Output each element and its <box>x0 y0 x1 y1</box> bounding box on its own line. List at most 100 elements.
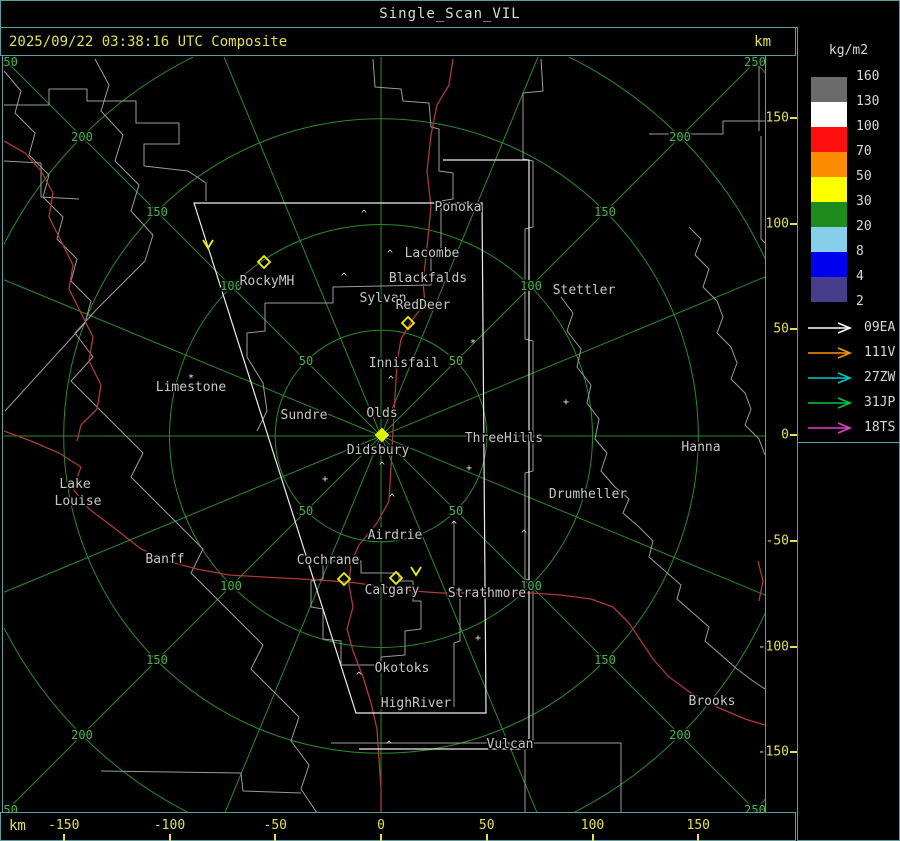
x-axis-tick-label: 0 <box>377 818 385 833</box>
radar-arrow-icon <box>808 347 853 359</box>
svg-text:50: 50 <box>299 504 313 518</box>
svg-text:*: * <box>470 338 476 349</box>
y-axis-tick <box>790 434 797 436</box>
svg-text:^: ^ <box>361 209 367 220</box>
y-axis-tick <box>790 645 797 648</box>
right-axis-unit-label: km <box>754 34 771 50</box>
y-axis-tick <box>790 328 797 331</box>
svg-text:+: + <box>563 397 569 408</box>
svg-text:250: 250 <box>3 56 18 69</box>
y-axis-tick-label: 100 <box>765 216 789 231</box>
city-label: RockyMH <box>240 274 295 289</box>
x-axis-tick <box>485 834 488 841</box>
legend-value-label: 8 <box>856 243 864 259</box>
y-axis-tick-label: -100 <box>757 639 789 654</box>
city-label: Didsbury <box>347 443 410 458</box>
legend-color-swatch <box>811 102 847 127</box>
radar-id-label: 09EA <box>864 319 896 335</box>
svg-text:200: 200 <box>669 130 691 144</box>
page-title: Single_Scan_VIL <box>379 6 521 22</box>
radar-arrow-icon <box>808 372 853 384</box>
x-axis-tick-label: -50 <box>263 818 287 833</box>
x-axis-tick <box>62 834 65 841</box>
city-label: Stettler <box>553 283 616 298</box>
y-axis-tick-label: -50 <box>765 533 789 549</box>
svg-text:^: ^ <box>451 520 457 531</box>
city-label: Ponoka <box>435 200 482 215</box>
city-label: Olds <box>366 406 397 421</box>
x-axis-tick-label: 50 <box>478 818 495 833</box>
legend-color-swatch <box>811 202 847 227</box>
city-label: ThreeHills <box>465 431 543 446</box>
svg-text:50: 50 <box>449 354 463 368</box>
city-label: Cochrane <box>297 553 360 568</box>
city-label: Hanna <box>681 440 720 455</box>
svg-text:100: 100 <box>220 579 242 593</box>
svg-text:200: 200 <box>71 130 93 144</box>
x-axis-tick-label: -150 <box>48 818 80 833</box>
header-bar: 2025/09/22 03:38:16 UTC Composite km <box>0 27 796 56</box>
y-axis-tick <box>790 116 797 119</box>
x-axis-tick <box>697 834 700 841</box>
svg-text:+: + <box>466 463 472 474</box>
legend-value-label: 100 <box>856 118 880 134</box>
legend-value-label: 2 <box>856 293 864 309</box>
city-label: Banff <box>145 552 184 567</box>
city-label: Blackfalds <box>389 271 467 286</box>
timestamp-text: 2025/09/22 03:38:16 UTC Composite <box>9 34 288 50</box>
svg-text:^: ^ <box>386 740 392 751</box>
legend-value-label: 70 <box>856 143 872 159</box>
legend-color-swatch <box>811 127 847 152</box>
legend-value-label: 130 <box>856 93 880 109</box>
svg-text:200: 200 <box>71 728 93 742</box>
legend-value-label: 160 <box>856 68 880 84</box>
svg-text:100: 100 <box>520 279 542 293</box>
bottom-axis-unit-label: km <box>9 818 26 834</box>
y-axis-tick <box>790 751 797 754</box>
radar-id-label: 111V <box>864 344 896 360</box>
radar-arrow-icon <box>808 422 853 434</box>
svg-text:50: 50 <box>449 504 463 518</box>
city-label: Airdrie <box>368 528 423 543</box>
svg-text:^: ^ <box>356 671 362 682</box>
svg-text:50: 50 <box>299 354 313 368</box>
y-axis-tick-label: 0 <box>781 427 789 443</box>
legend-value-label: 50 <box>856 168 872 184</box>
svg-text:^: ^ <box>388 375 394 386</box>
title-bar: Single_Scan_VIL <box>0 0 900 28</box>
legend-color-swatch <box>811 277 847 302</box>
city-label: Lacombe <box>405 246 460 261</box>
city-label: Okotoks <box>375 661 430 676</box>
legend-color-swatch <box>811 77 847 102</box>
svg-text:150: 150 <box>146 205 168 219</box>
bottom-axis-bar: km -150 -100 -50 0 50 100 150 <box>0 812 796 841</box>
x-axis-tick <box>168 834 171 841</box>
svg-text:^: ^ <box>379 461 385 472</box>
legend-color-swatch <box>811 252 847 277</box>
radar-id-label: 18TS <box>864 419 896 435</box>
city-label: Innisfail <box>369 356 439 371</box>
svg-text:+: + <box>322 474 328 485</box>
legend-unit-label: kg/m2 <box>828 43 869 58</box>
city-label: Strathmore <box>448 586 526 601</box>
x-axis-tick-label: 100 <box>580 818 605 833</box>
y-axis-tick <box>790 222 797 225</box>
right-axis: 150 100 50 0 -50 -100 -150 <box>758 55 797 813</box>
city-label: Vulcan <box>487 737 534 752</box>
radar-map-canvas[interactable]: 50 50 50 50 100 100 100 100 150 150 150 150 200 200 20… <box>2 55 766 813</box>
city-labels: PonokaLacombeBlackfaldsSylvanRedDeerStet… <box>53 199 737 754</box>
svg-text:150: 150 <box>594 653 616 667</box>
legend-color-swatch <box>811 227 847 252</box>
y-axis-tick-label: 50 <box>773 321 789 337</box>
x-axis-tick <box>591 834 594 841</box>
city-label: Calgary <box>365 583 420 598</box>
svg-text:150: 150 <box>594 205 616 219</box>
x-axis-tick <box>274 834 277 841</box>
svg-text:200: 200 <box>669 728 691 742</box>
city-label: Drumheller <box>549 487 627 502</box>
svg-text:^: ^ <box>521 529 527 540</box>
svg-text:^: ^ <box>389 493 395 504</box>
x-axis-tick-label: 150 <box>686 818 710 833</box>
legend-separator <box>798 442 899 443</box>
y-axis-tick <box>790 539 797 542</box>
